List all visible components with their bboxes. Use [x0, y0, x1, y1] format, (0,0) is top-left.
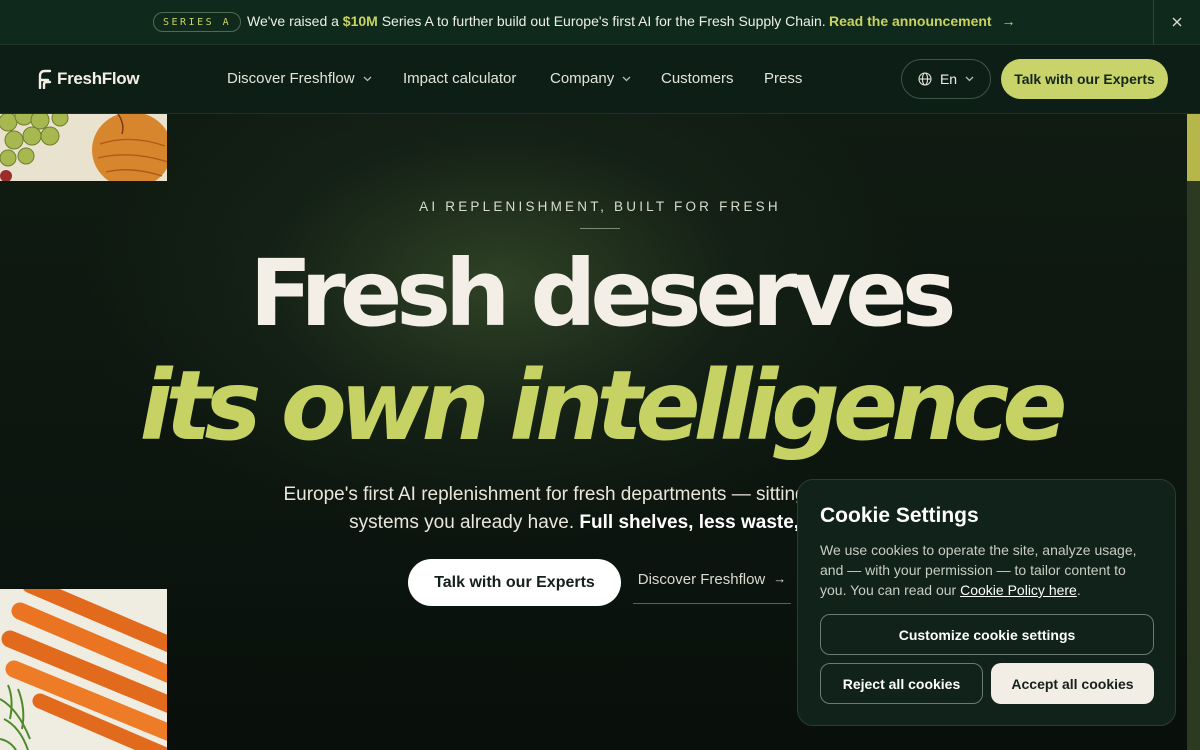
nav-label: Company [550, 70, 615, 87]
announcement-text-prefix: We've raised a [247, 13, 343, 29]
announcement-amount: $10M [342, 13, 378, 29]
discover-freshflow-label: Discover Freshflow [637, 571, 766, 588]
nav-label: Impact calculator [403, 70, 517, 87]
read-announcement-link[interactable]: Read the announcement → [829, 13, 1015, 29]
series-a-badge: SERIES A [153, 12, 242, 32]
arrow-right-icon: → [773, 571, 787, 586]
hero-headline-line-1: Fresh deserves [249, 240, 957, 347]
arrow-right-icon: → [1001, 13, 1016, 29]
hero-eyebrow: AI REPLENISHMENT, BUILT FOR FRESH [419, 199, 781, 214]
read-announcement-label: Read the announcement [829, 13, 992, 29]
nav-company[interactable]: Company [550, 70, 631, 87]
site-header: FreshFlow Discover Freshflow Impact calc… [0, 45, 1200, 114]
globe-icon [918, 72, 932, 86]
grapes-onion-photo [0, 114, 167, 181]
chevron-down-icon [622, 76, 631, 81]
hero-headline-line-2: its own intelligence [139, 350, 1068, 462]
announcement-text-suffix: Series A to further build out Europe's f… [377, 13, 826, 29]
accept-all-cookies-button[interactable]: Accept all cookies [991, 663, 1154, 704]
cookie-title: Cookie Settings [820, 504, 979, 527]
chevron-down-icon [965, 76, 974, 82]
nav-impact-calculator[interactable]: Impact calculator [403, 70, 516, 87]
eyebrow-divider [580, 228, 620, 229]
close-announcement-button[interactable] [1153, 0, 1200, 44]
freshflow-logo[interactable]: FreshFlow [38, 69, 140, 89]
cookie-settings-panel: Cookie Settings We use cookies to operat… [797, 479, 1176, 726]
customize-cookie-settings-button[interactable]: Customize cookie settings [820, 614, 1154, 655]
produce-photo-edge [1187, 114, 1200, 181]
discover-freshflow-link[interactable]: Discover Freshflow → [633, 571, 791, 604]
nav-press[interactable]: Press [764, 70, 802, 87]
cookie-policy-link[interactable]: Cookie Policy here [960, 582, 1077, 598]
nav-label: Customers [661, 70, 734, 87]
close-icon [1172, 17, 1182, 27]
cookie-description: We use cookies to operate the site, anal… [820, 540, 1150, 600]
talk-with-experts-header-button[interactable]: Talk with our Experts [1001, 59, 1168, 99]
nav-label: Discover Freshflow [227, 70, 355, 87]
nav-discover-freshflow[interactable]: Discover Freshflow [227, 70, 372, 87]
announcement-bar: SERIES A We've raised a $10M Series A to… [0, 0, 1200, 45]
freshflow-logo-icon [38, 69, 52, 89]
nav-label: Press [764, 70, 803, 87]
chevron-down-icon [363, 76, 371, 81]
announcement-message: We've raised a $10M Series A to further … [247, 13, 826, 29]
logo-text: FreshFlow [57, 69, 140, 88]
reject-all-cookies-button[interactable]: Reject all cookies [820, 663, 983, 704]
language-label: En [939, 71, 958, 87]
carrots-photo [0, 589, 167, 750]
talk-with-experts-hero-button[interactable]: Talk with our Experts [408, 559, 621, 606]
nav-customers[interactable]: Customers [661, 70, 734, 87]
language-selector[interactable]: En [901, 59, 991, 99]
cookie-text-end: . [1076, 582, 1081, 598]
